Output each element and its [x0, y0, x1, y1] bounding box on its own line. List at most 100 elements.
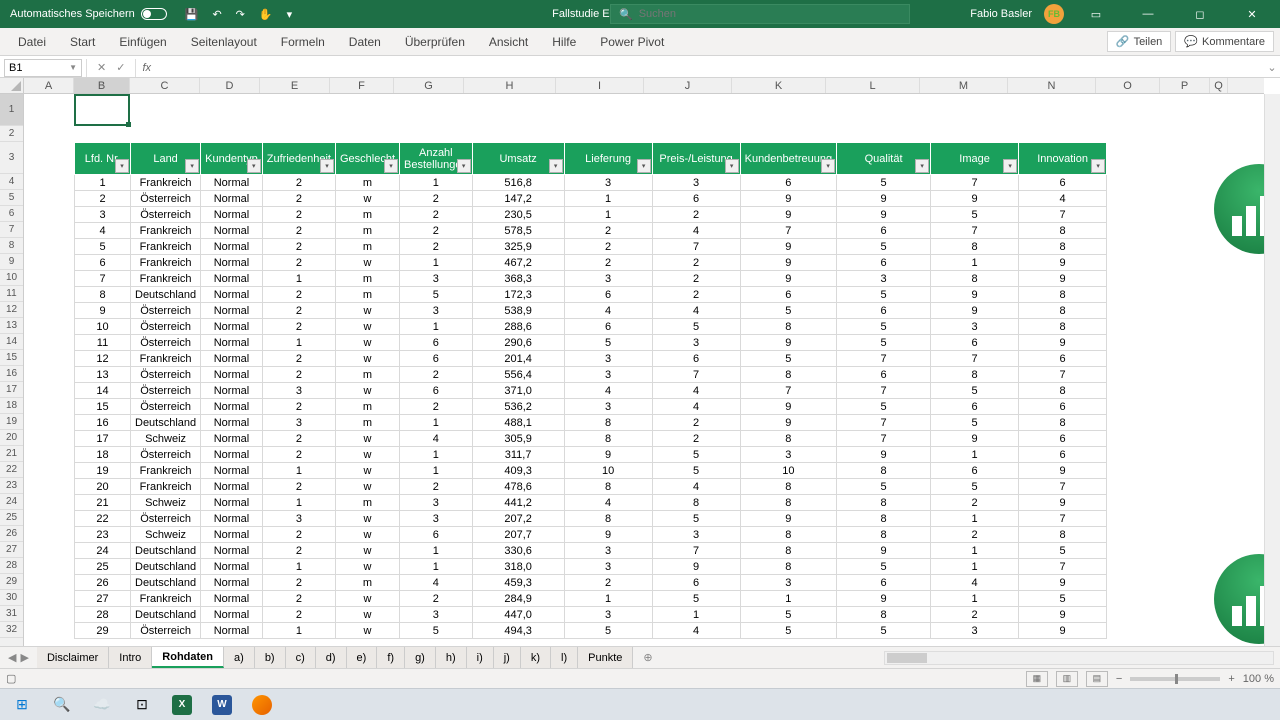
- table-cell[interactable]: 8: [931, 271, 1019, 287]
- row-header[interactable]: 26: [0, 526, 23, 542]
- sheet-tab[interactable]: b): [255, 647, 286, 668]
- table-cell[interactable]: 7: [740, 223, 836, 239]
- table-cell[interactable]: 9: [837, 191, 931, 207]
- table-cell[interactable]: 1: [564, 207, 652, 223]
- table-cell[interactable]: 26: [75, 575, 131, 591]
- table-cell[interactable]: 8: [740, 495, 836, 511]
- table-cell[interactable]: 311,7: [472, 447, 564, 463]
- table-cell[interactable]: m: [335, 399, 399, 415]
- table-cell[interactable]: 2: [564, 575, 652, 591]
- table-cell[interactable]: m: [335, 575, 399, 591]
- table-cell[interactable]: 5: [652, 511, 740, 527]
- table-cell[interactable]: w: [335, 463, 399, 479]
- table-cell[interactable]: 2: [262, 223, 335, 239]
- filter-icon[interactable]: ▾: [320, 159, 334, 173]
- table-cell[interactable]: Österreich: [131, 399, 201, 415]
- table-row[interactable]: 27FrankreichNormal2w2284,9151915: [75, 591, 1107, 607]
- table-cell[interactable]: Normal: [201, 223, 263, 239]
- table-cell[interactable]: m: [335, 239, 399, 255]
- table-cell[interactable]: Schweiz: [131, 495, 201, 511]
- table-cell[interactable]: 6: [931, 335, 1019, 351]
- ribbon-tab-seitenlayout[interactable]: Seitenlayout: [179, 28, 269, 55]
- table-cell[interactable]: 2: [652, 415, 740, 431]
- search-box[interactable]: 🔍: [610, 4, 910, 24]
- table-cell[interactable]: 9: [1019, 463, 1107, 479]
- table-cell[interactable]: 4: [400, 431, 473, 447]
- column-header[interactable]: L: [826, 78, 920, 93]
- page-layout-view-button[interactable]: ▥: [1056, 671, 1078, 687]
- table-header[interactable]: Lfd. Nr.▾: [75, 143, 131, 175]
- table-header[interactable]: Kundenbetreuung▾: [740, 143, 836, 175]
- table-cell[interactable]: 9: [837, 591, 931, 607]
- table-cell[interactable]: 4: [564, 303, 652, 319]
- maximize-button[interactable]: ◻: [1180, 0, 1220, 28]
- table-cell[interactable]: 2: [262, 319, 335, 335]
- table-cell[interactable]: 3: [400, 607, 473, 623]
- column-header[interactable]: A: [24, 78, 74, 93]
- table-header[interactable]: Land▾: [131, 143, 201, 175]
- table-cell[interactable]: 5: [740, 351, 836, 367]
- table-cell[interactable]: 2: [262, 543, 335, 559]
- zoom-out-button[interactable]: −: [1116, 673, 1122, 685]
- table-cell[interactable]: 8: [564, 415, 652, 431]
- table-cell[interactable]: 536,2: [472, 399, 564, 415]
- table-cell[interactable]: 5: [931, 383, 1019, 399]
- table-cell[interactable]: Frankreich: [131, 351, 201, 367]
- table-cell[interactable]: 2: [652, 431, 740, 447]
- table-cell[interactable]: 538,9: [472, 303, 564, 319]
- table-cell[interactable]: 290,6: [472, 335, 564, 351]
- table-cell[interactable]: 6: [400, 383, 473, 399]
- ribbon-display-icon[interactable]: ▭: [1076, 0, 1116, 28]
- table-cell[interactable]: 3: [400, 303, 473, 319]
- table-cell[interactable]: 207,7: [472, 527, 564, 543]
- table-cell[interactable]: 8: [740, 479, 836, 495]
- row-header[interactable]: 2: [0, 126, 23, 142]
- table-cell[interactable]: 4: [1019, 191, 1107, 207]
- record-macro-icon[interactable]: ▢: [6, 672, 16, 685]
- row-header[interactable]: 32: [0, 622, 23, 638]
- table-cell[interactable]: 1: [400, 255, 473, 271]
- table-cell[interactable]: 7: [1019, 559, 1107, 575]
- table-cell[interactable]: 1: [262, 623, 335, 639]
- table-cell[interactable]: 10: [564, 463, 652, 479]
- row-header[interactable]: 17: [0, 382, 23, 398]
- table-cell[interactable]: Frankreich: [131, 239, 201, 255]
- row-header[interactable]: 8: [0, 238, 23, 254]
- table-cell[interactable]: 1: [931, 559, 1019, 575]
- table-cell[interactable]: 11: [75, 335, 131, 351]
- table-cell[interactable]: 2: [931, 495, 1019, 511]
- save-icon[interactable]: 💾: [185, 8, 199, 21]
- table-cell[interactable]: 5: [837, 287, 931, 303]
- table-cell[interactable]: 516,8: [472, 175, 564, 191]
- table-cell[interactable]: 2: [262, 447, 335, 463]
- table-cell[interactable]: 5: [931, 415, 1019, 431]
- table-cell[interactable]: 5: [1019, 591, 1107, 607]
- table-cell[interactable]: 8: [75, 287, 131, 303]
- table-cell[interactable]: w: [335, 335, 399, 351]
- table-cell[interactable]: 2: [262, 607, 335, 623]
- table-cell[interactable]: 4: [652, 479, 740, 495]
- table-cell[interactable]: m: [335, 367, 399, 383]
- table-cell[interactable]: 3: [564, 607, 652, 623]
- row-header[interactable]: 20: [0, 430, 23, 446]
- table-cell[interactable]: Österreich: [131, 303, 201, 319]
- row-header[interactable]: 4: [0, 174, 23, 190]
- table-cell[interactable]: 8: [1019, 527, 1107, 543]
- table-cell[interactable]: 1: [740, 591, 836, 607]
- weather-icon[interactable]: ☁️: [84, 691, 120, 719]
- table-cell[interactable]: 4: [75, 223, 131, 239]
- sheet-tab[interactable]: Disclaimer: [37, 647, 109, 668]
- table-cell[interactable]: Normal: [201, 463, 263, 479]
- row-header[interactable]: 23: [0, 478, 23, 494]
- table-cell[interactable]: 6: [564, 287, 652, 303]
- table-cell[interactable]: 4: [652, 383, 740, 399]
- table-cell[interactable]: Deutschland: [131, 575, 201, 591]
- table-cell[interactable]: 1: [75, 175, 131, 191]
- table-cell[interactable]: 3: [564, 367, 652, 383]
- table-row[interactable]: 5FrankreichNormal2m2325,9279588: [75, 239, 1107, 255]
- table-cell[interactable]: Deutschland: [131, 287, 201, 303]
- cells-area[interactable]: Lfd. Nr.▾Land▾Kundentyp▾Zufriedenheit▾Ge…: [24, 94, 1264, 646]
- row-header[interactable]: 30: [0, 590, 23, 606]
- table-cell[interactable]: 1: [652, 607, 740, 623]
- table-cell[interactable]: 3: [564, 559, 652, 575]
